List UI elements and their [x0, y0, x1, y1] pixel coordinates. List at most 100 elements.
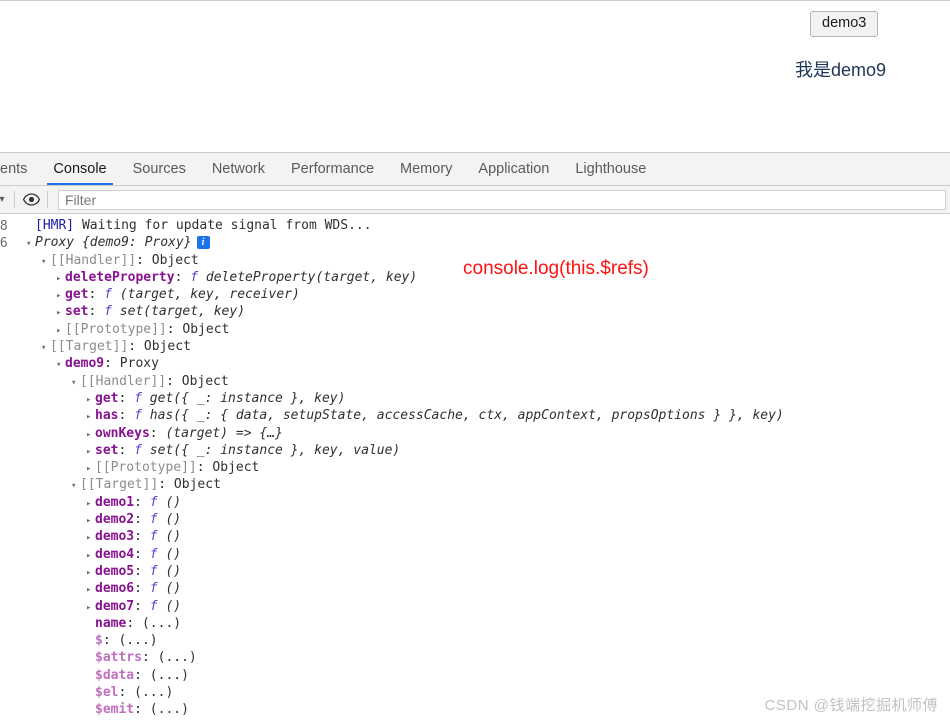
log-segment: : (...)	[118, 685, 174, 701]
filter-input[interactable]: Filter	[58, 189, 946, 210]
console-log-row[interactable]: demo3: f ()	[0, 529, 950, 546]
console-log-row[interactable]: get: f get({ _: instance }, key)	[0, 391, 950, 408]
log-segment: demo6	[95, 581, 135, 597]
log-segment: Waiting for update signal from WDS...	[74, 218, 372, 233]
console-log-row[interactable]: [[Target]]: Object	[0, 339, 950, 356]
console-log-row[interactable]: [[Prototype]]: Object	[0, 322, 950, 339]
log-segment: demo4	[95, 546, 135, 562]
toolbar-divider	[14, 191, 15, 208]
eye-icon[interactable]	[21, 190, 41, 210]
console-log-row[interactable]: 46 Proxy {demo9: Proxy} i	[0, 235, 950, 252]
log-segment: :	[134, 563, 150, 579]
log-segment: : Object	[166, 321, 230, 337]
chevron-down-icon[interactable]: ▾	[0, 194, 8, 205]
console-log-row[interactable]: $: (...)	[0, 633, 950, 650]
log-segment: :	[134, 581, 150, 597]
log-row-gutter: 08	[0, 219, 8, 234]
log-segment: demo3	[95, 529, 135, 545]
tab-sources[interactable]: Sources	[120, 153, 199, 185]
console-log-area[interactable]: 08 [HMR] Waiting for update signal from W…	[0, 214, 950, 720]
log-segment: [[Prototype]]	[65, 321, 167, 337]
log-segment: ()	[157, 563, 182, 579]
console-log-row[interactable]: demo2: f ()	[0, 512, 950, 529]
log-segment: : Object	[196, 460, 260, 476]
log-segment: : (...)	[102, 633, 158, 649]
tab-memory[interactable]: Memory	[387, 153, 465, 185]
info-icon[interactable]: i	[196, 236, 210, 250]
toolbar-divider-2	[47, 191, 48, 208]
console-log-row[interactable]: 08 [HMR] Waiting for update signal from W…	[0, 218, 950, 235]
log-segment: demo7	[95, 598, 135, 614]
log-segment: deleteProperty	[65, 269, 175, 285]
log-segment: :	[118, 442, 135, 458]
log-segment: get	[65, 287, 89, 303]
log-segment: :	[118, 408, 135, 424]
tab-network[interactable]: Network	[199, 153, 278, 185]
log-segment: :	[134, 598, 150, 614]
log-segment: deleteProperty(target, key)	[198, 269, 418, 285]
tab-performance[interactable]: Performance	[278, 153, 387, 185]
console-log-row[interactable]: [[Prototype]]: Object	[0, 460, 950, 477]
console-log-row[interactable]: demo4: f ()	[0, 547, 950, 564]
log-segment: set({ _: instance }, key, value)	[141, 442, 401, 458]
log-segment: :	[88, 304, 105, 320]
console-log-row[interactable]: set: f set({ _: instance }, key, value)	[0, 443, 950, 460]
console-log-row[interactable]: demo5: f ()	[0, 564, 950, 581]
console-log-row[interactable]: get: f (target, key, receiver)	[0, 287, 950, 304]
log-segment: f	[104, 287, 112, 303]
console-log-row[interactable]: demo1: f ()	[0, 495, 950, 512]
console-log-row[interactable]: [[Handler]]: Object	[0, 374, 950, 391]
log-segment: f	[149, 494, 158, 510]
log-segment: : Object	[128, 339, 191, 355]
log-segment: ()	[157, 581, 182, 597]
log-segment: :	[134, 546, 150, 562]
log-segment: ()	[157, 529, 182, 545]
tab-ents[interactable]: ents	[0, 153, 40, 185]
log-segment: : (...)	[134, 702, 189, 718]
log-segment: f	[134, 442, 142, 458]
console-log-row[interactable]: [[Target]]: Object	[0, 477, 950, 494]
console-log-row[interactable]: demo9: Proxy	[0, 356, 950, 373]
web-page-viewport: demo3 我是demo9	[0, 0, 950, 152]
console-log-row[interactable]: $data: (...)	[0, 668, 950, 685]
console-log-row[interactable]: demo7: f ()	[0, 599, 950, 616]
log-segment: demo1	[95, 494, 135, 510]
log-segment: : (...)	[141, 650, 197, 666]
log-segment: f	[149, 598, 158, 614]
log-segment: demo2	[95, 512, 135, 528]
log-segment: $	[95, 633, 103, 649]
tab-lighthouse[interactable]: Lighthouse	[562, 153, 659, 185]
log-segment: $attrs	[95, 650, 142, 666]
log-segment: (target, key, receiver)	[111, 287, 300, 303]
log-segment: $emit	[95, 702, 135, 718]
log-segment: : (...)	[126, 615, 182, 631]
log-segment: ownKeys	[95, 425, 150, 441]
no-disclosure-icon	[86, 703, 95, 720]
log-segment: f	[149, 563, 158, 579]
console-log-row[interactable]: demo6: f ()	[0, 581, 950, 598]
log-segment: ()	[157, 512, 182, 528]
console-log-row[interactable]: set: f set(target, key)	[0, 304, 950, 321]
console-log-row[interactable]: ownKeys: (target) => {…}	[0, 426, 950, 443]
tab-console[interactable]: Console	[40, 153, 119, 185]
log-segment: (target) => {…}	[165, 425, 283, 441]
demo9-label: 我是demo9	[795, 60, 887, 80]
log-segment: [[Handler]]	[80, 373, 167, 389]
log-segment: get({ _: instance }, key)	[141, 390, 346, 406]
console-log-row[interactable]: has: f has({ _: { data, setupState, acce…	[0, 408, 950, 425]
console-log-row[interactable]: $attrs: (...)	[0, 650, 950, 667]
log-segment: demo9	[65, 356, 105, 372]
log-segment: : Object	[166, 373, 229, 389]
log-segment: name	[95, 615, 127, 631]
log-segment: :	[134, 529, 150, 545]
log-segment: ()	[157, 546, 182, 562]
console-log-row[interactable]: name: (...)	[0, 616, 950, 633]
log-segment: ()	[157, 598, 182, 614]
log-segment: [HMR]	[35, 218, 75, 233]
log-segment: [[Prototype]]	[95, 460, 197, 476]
log-segment: :	[134, 494, 150, 510]
demo3-button[interactable]: demo3	[810, 11, 879, 38]
log-segment: f	[134, 408, 142, 424]
log-segment: [[Handler]]	[50, 252, 137, 268]
tab-application[interactable]: Application	[465, 153, 562, 185]
